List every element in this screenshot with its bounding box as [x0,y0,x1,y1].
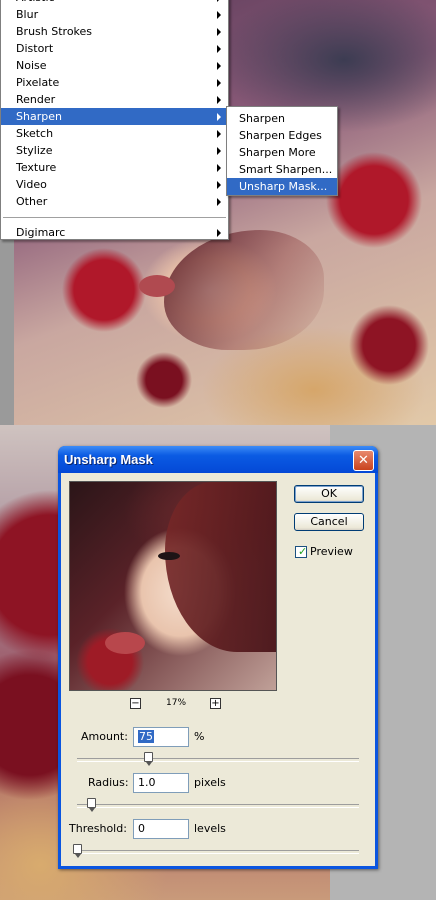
unsharp-mask-dialog: Unsharp Mask ✕ − 17% + OK Cancel ✓ Previ… [58,446,378,869]
menu-item-stylize[interactable]: Stylize [1,142,228,159]
menu-item-brush-strokes[interactable]: Brush Strokes [1,23,228,40]
submenu-arrow-icon [217,28,221,36]
amount-input[interactable]: 75 [133,727,189,747]
close-button[interactable]: ✕ [353,450,374,471]
menu-item-noise[interactable]: Noise [1,57,228,74]
submenu-item-smart-sharpen[interactable]: Smart Sharpen... [227,161,337,178]
submenu-arrow-icon [217,130,221,138]
menu-item-label: Artistic [16,0,55,4]
close-icon: ✕ [358,453,369,468]
amount-label: Amount: [81,730,128,743]
amount-slider-track[interactable] [77,758,359,762]
filter-menu: Artistic Blur Brush Strokes Distort Noise Pix… [0,0,229,240]
submenu-arrow-icon [217,113,221,121]
submenu-arrow-icon [217,229,221,237]
sharpen-submenu: Sharpen Sharpen Edges Sharpen More Smart Sh… [226,106,338,196]
zoom-level: 17% [166,698,187,708]
submenu-arrow-icon [217,62,221,70]
menu-item-label: Sketch [16,127,54,140]
menu-item-label: Other [16,195,48,208]
menu-separator [3,217,226,218]
submenu-item-sharpen[interactable]: Sharpen [227,110,337,127]
menu-item-digimarc[interactable]: Digimarc [1,224,228,241]
menu-item-label: Video [16,178,47,191]
menu-item-render[interactable]: Render [1,91,228,108]
submenu-arrow-icon [217,96,221,104]
dialog-titlebar[interactable]: Unsharp Mask ✕ [58,446,378,473]
submenu-arrow-icon [217,45,221,53]
submenu-arrow-icon [217,198,221,206]
threshold-slider-track[interactable] [77,850,359,854]
radius-slider-thumb[interactable] [87,798,97,812]
menu-item-video[interactable]: Video [1,176,228,193]
menu-item-texture[interactable]: Texture [1,159,228,176]
submenu-arrow-icon [217,0,221,2]
threshold-label: Threshold: [69,822,127,835]
threshold-slider-thumb[interactable] [73,844,82,858]
menu-item-sketch[interactable]: Sketch [1,125,228,142]
ok-button[interactable]: OK [294,485,364,503]
submenu-item-sharpen-more[interactable]: Sharpen More [227,144,337,161]
radius-value: 1.0 [138,776,156,789]
threshold-value: 0 [138,822,145,835]
threshold-input[interactable]: 0 [133,819,189,839]
preview-hair-shape [165,482,276,652]
preview-label: Preview [310,545,353,558]
preview-eye-shape [158,552,180,560]
amount-unit: % [194,730,205,743]
submenu-arrow-icon [217,164,221,172]
minus-icon: − [131,698,140,709]
menu-item-label: Pixelate [16,76,60,89]
menu-item-blur[interactable]: Blur [1,6,228,23]
menu-item-label: Texture [16,161,57,174]
cancel-button[interactable]: Cancel [294,513,364,531]
submenu-arrow-icon [217,11,221,19]
submenu-arrow-icon [217,181,221,189]
artwork-lips-shape [139,275,175,297]
submenu-arrow-icon [217,147,221,155]
menu-item-pixelate[interactable]: Pixelate [1,74,228,91]
threshold-unit: levels [194,822,226,835]
menu-item-label: Distort [16,42,54,55]
menu-item-sharpen[interactable]: Sharpen [1,108,228,125]
menu-item-label: Blur [16,8,39,21]
preview-image[interactable] [69,481,277,691]
menu-item-label: Render [16,93,56,106]
zoom-out-button[interactable]: − [130,698,141,709]
dialog-title: Unsharp Mask [64,452,153,467]
check-icon: ✓ [298,545,308,558]
menu-item-other[interactable]: Other [1,193,228,210]
preview-checkbox[interactable]: ✓ [295,545,308,558]
submenu-item-sharpen-edges[interactable]: Sharpen Edges [227,127,337,144]
plus-icon: + [211,698,220,709]
submenu-arrow-icon [217,79,221,87]
menu-item-label: Digimarc [16,226,66,239]
submenu-item-unsharp-mask[interactable]: Unsharp Mask... [227,178,337,195]
zoom-in-button[interactable]: + [210,698,221,709]
menu-item-label: Sharpen [16,110,62,123]
menu-item-label: Stylize [16,144,53,157]
amount-slider-thumb[interactable] [143,752,153,766]
menu-item-label: Brush Strokes [16,25,93,38]
radius-input[interactable]: 1.0 [133,773,189,793]
radius-unit: pixels [194,776,226,789]
radius-slider-track[interactable] [77,804,359,808]
artwork-hair-shape [164,230,324,350]
preview-lips-shape [105,632,145,654]
radius-label: Radius: [88,776,129,789]
menu-item-distort[interactable]: Distort [1,40,228,57]
amount-value: 75 [138,730,154,743]
menu-item-label: Noise [16,59,47,72]
dialog-client-area: − 17% + OK Cancel ✓ Preview Amount: 75 %… [61,473,375,866]
